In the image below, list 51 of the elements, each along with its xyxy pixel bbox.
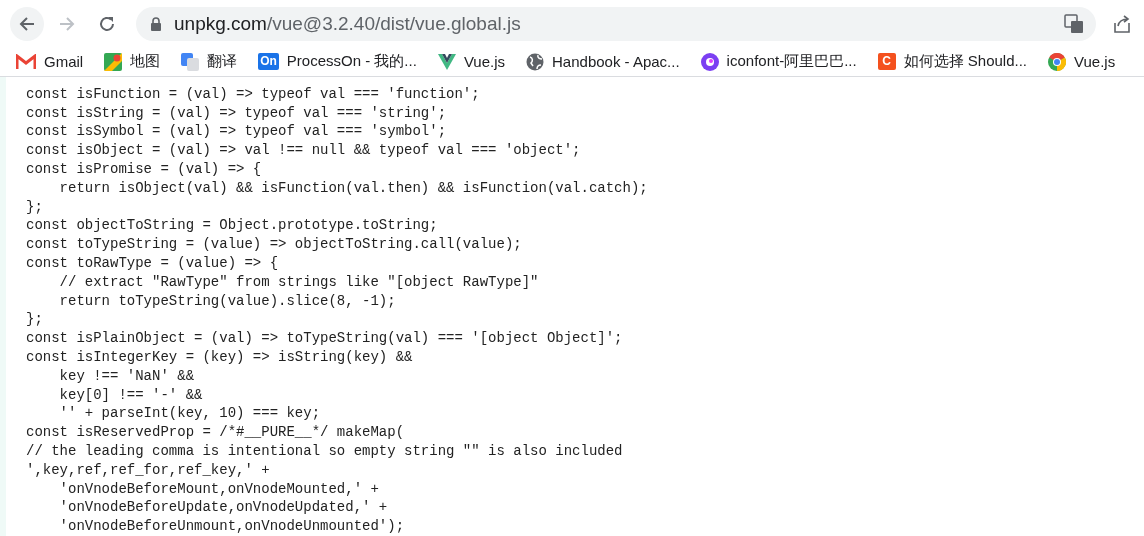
browser-logo-icon bbox=[1048, 52, 1067, 71]
code-line: const isObject = (val) => val !== null && typeof val === 'object'; bbox=[26, 141, 581, 161]
bookmark-item[interactable]: Vue.js bbox=[1048, 52, 1116, 71]
map-icon bbox=[104, 52, 123, 71]
lock-icon bbox=[150, 16, 162, 31]
share-icon[interactable] bbox=[1112, 13, 1132, 34]
bookmark-item[interactable]: Vue.js bbox=[437, 53, 505, 71]
code-line: // extract "RawType" from strings like "[object RawType]" bbox=[58, 272, 539, 292]
bookmark-item[interactable]: iconfont-阿里巴巴... bbox=[700, 52, 857, 72]
code-line: ',key,ref,ref_for,ref_key,' + bbox=[26, 460, 270, 480]
v-logo-icon bbox=[437, 53, 456, 70]
code-line: // the leading comma is intentional so empty string "" is also included bbox=[26, 442, 623, 461]
globe-icon bbox=[526, 52, 544, 71]
translate-page-icon[interactable] bbox=[1064, 13, 1084, 34]
back-button[interactable] bbox=[10, 6, 44, 41]
code-line: 'onVnodeBeforeUpdate,onVnodeUpdated,' + bbox=[58, 498, 388, 518]
code-line: const isFunction = (val) => typeof val === 'function'; bbox=[26, 84, 480, 104]
code-line: const isReservedProp = /*#__PURE__*/ makeMap( bbox=[26, 423, 405, 442]
code-line: const isPlainObject = (val) => toTypeString(val) === '[object Object]'; bbox=[26, 329, 623, 349]
app-logo-icon: C bbox=[877, 53, 896, 71]
code-line: const toTypeString = (value) => objectToString.call(value); bbox=[26, 235, 522, 255]
code-line: return toTypeString(value).slice(8, -1); bbox=[58, 291, 396, 311]
code-line: return isObject(val) && isFunction(val.then) && isFunction(val.catch); bbox=[58, 178, 648, 198]
code-line: }; bbox=[26, 310, 43, 330]
code-line: 'onVnodeBeforeUnmount,onVnodeUnmounted'); bbox=[58, 517, 405, 536]
url-text: unpkg.com/vue@3.2.40/dist/vue.global.js bbox=[174, 12, 522, 35]
app-logo-icon: On bbox=[258, 53, 279, 71]
bookmark-item[interactable]: On ProcessOn - 我的... bbox=[258, 52, 417, 72]
ring-logo-icon bbox=[700, 52, 719, 71]
code-line: }; bbox=[26, 197, 43, 217]
code-line: const toRawType = (value) => { bbox=[26, 254, 279, 273]
code-line: '' + parseInt(key, 10) === key; bbox=[58, 404, 321, 424]
code-line: const isSymbol = (val) => typeof val === 'symbol'; bbox=[26, 122, 447, 142]
code-line: key !== 'NaN' && bbox=[58, 366, 195, 386]
code-line: const isIntegerKey = (key) => isString(key) && bbox=[26, 348, 413, 367]
code-line: const isPromise = (val) => { bbox=[26, 160, 262, 179]
code-line: 'onVnodeBeforeMount,onVnodeMounted,' + bbox=[58, 479, 379, 499]
bookmark-item[interactable]: 地图 bbox=[104, 52, 161, 72]
bookmark-item[interactable]: Gmail bbox=[16, 53, 84, 71]
forward-arrow-icon bbox=[58, 14, 76, 33]
envelope-m-icon bbox=[16, 53, 36, 70]
address-bar[interactable]: unpkg.com/vue@3.2.40/dist/vue.global.js bbox=[136, 6, 1096, 41]
bookmark-item[interactable]: C 如何选择 Should... bbox=[877, 52, 1028, 72]
reload-icon bbox=[98, 14, 116, 33]
back-arrow-icon bbox=[18, 14, 36, 33]
code-line: key[0] !== '-' && bbox=[58, 385, 203, 405]
bookmark-item[interactable]: 翻译 bbox=[181, 52, 238, 72]
code-line: const objectToString = Object.prototype.toString; bbox=[26, 216, 438, 236]
bookmark-item[interactable]: Handbook - Apac... bbox=[526, 52, 680, 71]
translate-icon bbox=[181, 52, 200, 71]
code-line: const isString = (val) => typeof val === 'string'; bbox=[26, 103, 447, 123]
